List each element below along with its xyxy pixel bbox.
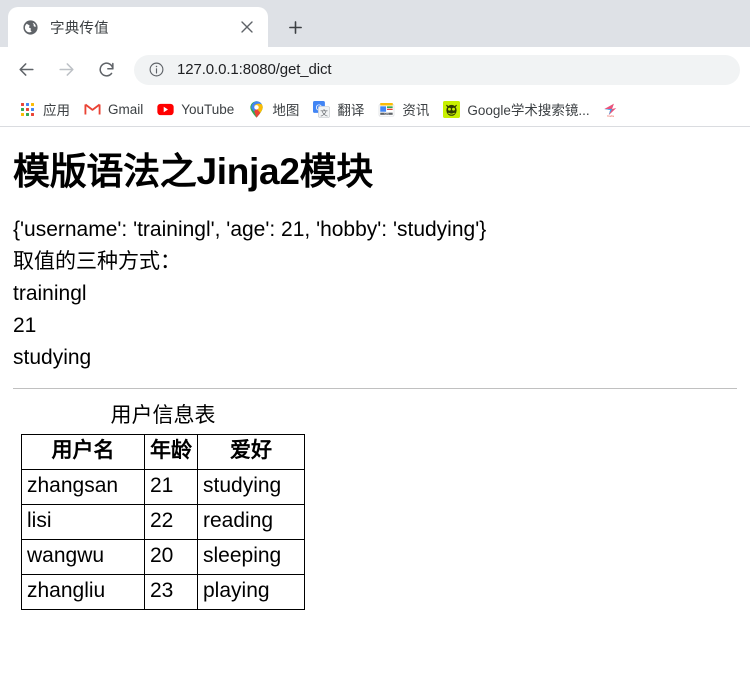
- bookmark-translate[interactable]: G 文 翻译: [306, 96, 371, 122]
- browser-toolbar: 127.0.0.1:8080/get_dict: [0, 47, 750, 92]
- cell-hobby: playing: [197, 574, 305, 611]
- plus-icon: [288, 20, 302, 34]
- page-content: 模版语法之Jinja2模块 {'username': 'trainingl', …: [0, 127, 750, 679]
- value-hobby: studying: [13, 346, 92, 370]
- back-arrow-icon: [18, 63, 34, 76]
- table-header-row: 用户名 年龄 爱好: [21, 434, 305, 471]
- table-row: zhangsan 21 studying: [21, 469, 305, 506]
- bookmark-label: Google学术搜索镜...: [467, 103, 590, 118]
- svg-text:YouKu: YouKu: [607, 114, 615, 117]
- user-info-table: 用户信息表 用户名 年龄 爱好 zhangsan 21 studying lis…: [21, 399, 305, 611]
- table-caption: 用户信息表: [110, 404, 216, 428]
- table-row: wangwu 20 sleeping: [21, 539, 305, 576]
- green-monster-icon: [443, 100, 461, 118]
- page-title: 模版语法之Jinja2模块: [13, 151, 373, 192]
- bird-logo-icon: YouKu: [602, 101, 619, 118]
- globe-icon: [22, 19, 39, 36]
- table-body: zhangsan 21 studying lisi 22 reading wan…: [21, 469, 305, 611]
- bookmark-label: 应用: [43, 103, 70, 118]
- bookmark-google-scholar-mirror[interactable]: Google学术搜索镜...: [436, 96, 596, 122]
- section-divider: [13, 388, 737, 390]
- value-username: trainingl: [13, 282, 87, 306]
- value-age: 21: [13, 314, 37, 338]
- column-header-hobby: 爱好: [197, 434, 305, 471]
- bookmark-label: 翻译: [337, 103, 365, 118]
- google-news-icon: GN: [378, 101, 395, 118]
- cell-username: zhangsan: [21, 469, 145, 506]
- google-maps-pin-icon: [248, 100, 265, 118]
- bookmark-gmail[interactable]: Gmail: [77, 96, 150, 122]
- google-translate-icon: G 文: [313, 100, 331, 118]
- apps-grid-icon: [19, 101, 36, 118]
- tab-strip: 字典传值: [0, 0, 750, 47]
- cell-username: wangwu: [21, 539, 145, 576]
- bookmark-label: YouTube: [181, 101, 235, 117]
- forward-arrow-icon: [58, 63, 74, 76]
- reload-button[interactable]: [89, 53, 123, 87]
- bookmark-apps[interactable]: 应用: [12, 96, 77, 122]
- column-header-age: 年龄: [144, 434, 198, 471]
- access-methods-label: 取值的三种方式：: [13, 250, 181, 274]
- table-head: 用户名 年龄 爱好: [21, 434, 305, 471]
- bookmark-bird-logo[interactable]: YouKu: [597, 96, 624, 122]
- column-header-username: 用户名: [21, 434, 145, 471]
- bookmark-youtube[interactable]: YouTube: [150, 96, 241, 122]
- cell-age: 22: [144, 504, 198, 541]
- cell-age: 23: [144, 574, 198, 611]
- svg-text:GN: GN: [385, 111, 389, 115]
- table-row: lisi 22 reading: [21, 504, 305, 541]
- address-bar[interactable]: 127.0.0.1:8080/get_dict: [134, 54, 740, 85]
- dict-repr-text: {'username': 'trainingl', 'age': 21, 'ho…: [13, 218, 487, 242]
- forward-button[interactable]: [49, 53, 83, 87]
- cell-username: zhangliu: [21, 574, 145, 611]
- url-text: 127.0.0.1:8080/get_dict: [177, 61, 332, 78]
- gmail-icon: [84, 101, 101, 118]
- cell-hobby: studying: [197, 469, 305, 506]
- cell-age: 21: [144, 469, 198, 506]
- bookmark-news[interactable]: GN 资讯: [371, 96, 436, 122]
- close-icon[interactable]: [236, 16, 258, 38]
- bookmark-label: Gmail: [108, 101, 144, 117]
- youtube-icon: [157, 101, 174, 118]
- cell-hobby: sleeping: [197, 539, 305, 576]
- cell-hobby: reading: [197, 504, 305, 541]
- bookmark-maps[interactable]: 地图: [241, 96, 306, 122]
- new-tab-button[interactable]: [280, 12, 310, 42]
- tab-dictionary-pass-value[interactable]: 字典传值: [8, 7, 268, 47]
- bookmarks-bar: 应用 Gmail YouTube 地图 文 翻译 GN 资讯 Google学术搜…: [0, 92, 750, 127]
- bookmark-label: 地图: [272, 103, 300, 118]
- bookmark-label: 资讯: [402, 103, 430, 118]
- browser-window: 字典传值 127.0.0.1:8080/get_dict 应用 Gmail Yo…: [0, 0, 750, 679]
- info-circle-icon[interactable]: [148, 61, 165, 78]
- table-row: zhangliu 23 playing: [21, 574, 305, 611]
- tab-title: 字典传值: [50, 20, 109, 37]
- reload-icon: [99, 62, 114, 77]
- svg-text:文: 文: [321, 107, 329, 117]
- cell-age: 20: [144, 539, 198, 576]
- back-button[interactable]: [9, 53, 43, 87]
- cell-username: lisi: [21, 504, 145, 541]
